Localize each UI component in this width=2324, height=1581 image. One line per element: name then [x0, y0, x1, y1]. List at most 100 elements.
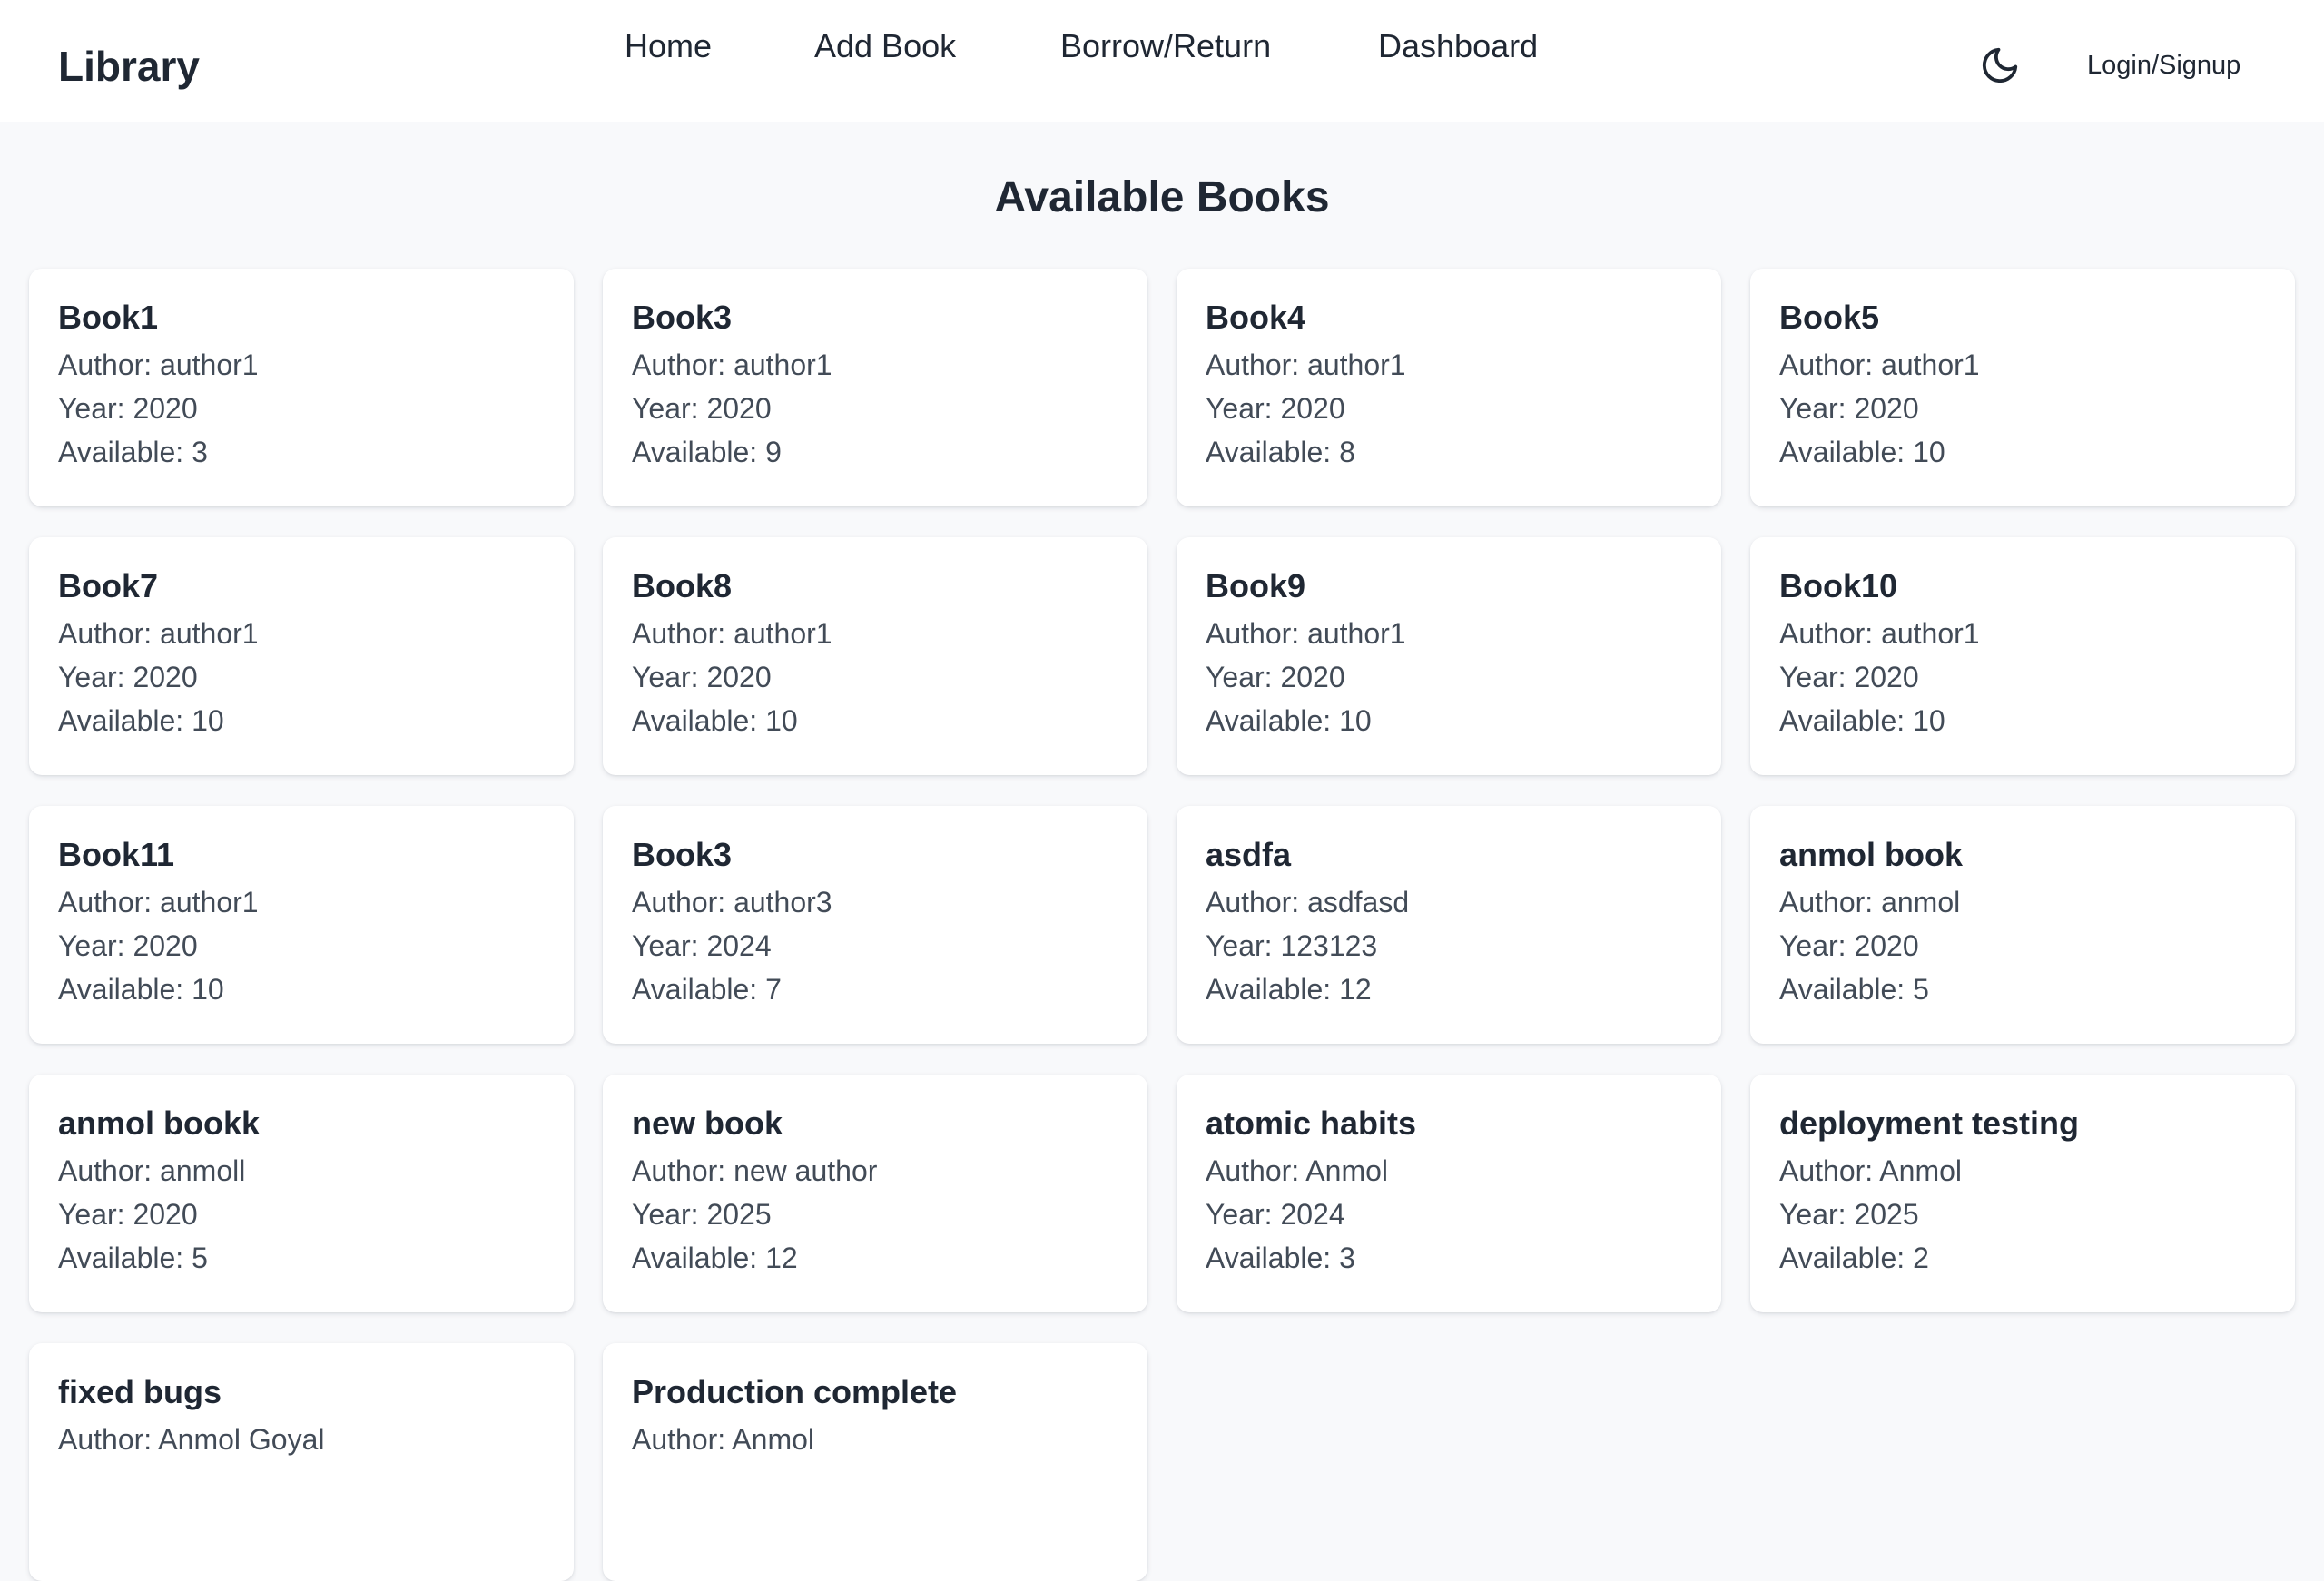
book-card[interactable]: fixed bugs Author: Anmol Goyal	[29, 1343, 574, 1581]
book-author-value: author1	[1307, 349, 1406, 381]
book-author-value: Anmol Goyal	[158, 1423, 325, 1456]
book-year-value: 2025	[706, 1198, 772, 1231]
book-card[interactable]: asdfa Author: asdfasd Year: 123123 Availabl…	[1177, 806, 1721, 1044]
book-title: Book4	[1206, 299, 1306, 336]
book-author-value: author1	[734, 349, 832, 381]
book-card[interactable]: Book11 Author: author1 Year: 2020 Available…	[29, 806, 574, 1044]
book-year: Year: 2020	[1779, 655, 2266, 699]
book-available-label: Available:	[58, 436, 184, 468]
book-card[interactable]: anmol book Author: anmol Year: 2020 Availab…	[1750, 806, 2295, 1044]
book-year: Year: 2025	[632, 1193, 1118, 1236]
book-year: Year: 2020	[58, 1193, 545, 1236]
book-author-label: Author:	[1779, 1154, 1874, 1187]
book-year: Year: 2020	[1206, 387, 1692, 430]
book-title: Book10	[1779, 567, 1898, 604]
book-available: Available: 5	[1779, 967, 2266, 1011]
book-year-label: Year:	[632, 661, 699, 693]
book-card[interactable]: Book10 Author: author1 Year: 2020 Available…	[1750, 537, 2295, 775]
book-available: Available: 10	[1206, 699, 1692, 742]
book-title: Book3	[632, 836, 733, 873]
book-title: new book	[632, 1105, 783, 1142]
book-card[interactable]: Book3 Author: author1 Year: 2020 Available:…	[603, 269, 1147, 506]
book-title: anmol bookk	[58, 1105, 261, 1142]
book-card[interactable]: Book9 Author: author1 Year: 2020 Available:…	[1177, 537, 1721, 775]
book-available-label: Available:	[1779, 973, 1905, 1006]
book-available-value: 5	[1913, 973, 1929, 1006]
nav-link-dashboard[interactable]: Dashboard	[1378, 24, 1538, 69]
book-available: Available: 2	[1779, 1236, 2266, 1280]
book-year: Year: 2020	[1206, 655, 1692, 699]
book-available-label: Available:	[1779, 436, 1905, 468]
book-author: Author: new author	[632, 1149, 1118, 1193]
book-year-label: Year:	[632, 392, 699, 425]
book-year-label: Year:	[1206, 392, 1273, 425]
book-available: Available: 10	[1779, 430, 2266, 474]
book-author-label: Author:	[632, 1423, 726, 1456]
book-author-value: author1	[160, 349, 259, 381]
book-available-value: 10	[192, 973, 224, 1006]
book-available-value: 12	[1339, 973, 1372, 1006]
book-card[interactable]: anmol bookk Author: anmoll Year: 2020 Avail…	[29, 1075, 574, 1312]
book-year-value: 2020	[133, 1198, 198, 1231]
nav-link-home[interactable]: Home	[625, 24, 712, 69]
book-card[interactable]: Book1 Author: author1 Year: 2020 Available:…	[29, 269, 574, 506]
book-year-value: 2020	[133, 392, 198, 425]
book-card[interactable]: atomic habits Author: Anmol Year: 2024 Avai…	[1177, 1075, 1721, 1312]
book-author: Author: author1	[58, 880, 545, 924]
book-year: Year: 2025	[1779, 1193, 2266, 1236]
book-author: Author: anmol	[1779, 880, 2266, 924]
book-card[interactable]: Book5 Author: author1 Year: 2020 Available:…	[1750, 269, 2295, 506]
book-available-value: 10	[192, 704, 224, 737]
book-available: Available: 12	[1206, 967, 1692, 1011]
book-available-value: 10	[1913, 436, 1945, 468]
book-year: Year: 2020	[632, 387, 1118, 430]
book-author: Author: anmoll	[58, 1149, 545, 1193]
moon-icon[interactable]	[1979, 44, 2021, 86]
book-author-value: Anmol	[1305, 1154, 1388, 1187]
book-author: Author: author1	[1206, 343, 1692, 387]
book-author: Author: author1	[1779, 343, 2266, 387]
book-year-label: Year:	[632, 929, 699, 962]
book-author-label: Author:	[58, 886, 153, 918]
book-year-value: 2020	[133, 661, 198, 693]
book-author-value: new author	[734, 1154, 878, 1187]
book-card[interactable]: Book3 Author: author3 Year: 2024 Available:…	[603, 806, 1147, 1044]
book-available-label: Available:	[1779, 1242, 1905, 1274]
book-author-label: Author:	[58, 349, 153, 381]
book-available-label: Available:	[1206, 973, 1332, 1006]
book-title: anmol book	[1779, 836, 1964, 873]
book-available: Available: 9	[632, 430, 1118, 474]
book-available: Available: 5	[58, 1236, 545, 1280]
book-author-value: author1	[160, 617, 259, 650]
book-year-value: 2020	[133, 929, 198, 962]
book-year-value: 2024	[1280, 1198, 1345, 1231]
book-year-label: Year:	[1779, 1198, 1846, 1231]
book-title: deployment testing	[1779, 1105, 2080, 1142]
book-author-value: author1	[160, 886, 259, 918]
book-author-label: Author:	[632, 886, 726, 918]
book-card[interactable]: Production complete Author: Anmol	[603, 1343, 1147, 1581]
book-author-label: Author:	[632, 617, 726, 650]
nav-link-add-book[interactable]: Add Book	[814, 24, 956, 69]
book-author-value: author3	[734, 886, 832, 918]
book-author-label: Author:	[58, 617, 153, 650]
book-year-label: Year:	[1206, 929, 1273, 962]
book-available: Available: 10	[632, 699, 1118, 742]
book-card[interactable]: Book7 Author: author1 Year: 2020 Available:…	[29, 537, 574, 775]
book-author-value: Anmol	[1879, 1154, 1962, 1187]
book-year-value: 2020	[706, 661, 772, 693]
nav-link-borrow-return[interactable]: Borrow/Return	[1060, 24, 1271, 69]
book-card[interactable]: new book Author: new author Year: 2025 Avai…	[603, 1075, 1147, 1312]
book-available-value: 3	[1339, 1242, 1355, 1274]
book-card[interactable]: Book8 Author: author1 Year: 2020 Available:…	[603, 537, 1147, 775]
login-signup-link[interactable]: Login/Signup	[2087, 47, 2240, 83]
book-available-value: 9	[765, 436, 782, 468]
book-year-label: Year:	[1206, 1198, 1273, 1231]
book-year-label: Year:	[58, 1198, 125, 1231]
book-available-value: 3	[192, 436, 208, 468]
book-year: Year: 2020	[58, 924, 545, 967]
book-card[interactable]: Book4 Author: author1 Year: 2020 Available:…	[1177, 269, 1721, 506]
book-card[interactable]: deployment testing Author: Anmol Year: 202…	[1750, 1075, 2295, 1312]
book-year-label: Year:	[1206, 661, 1273, 693]
book-author-label: Author:	[58, 1423, 153, 1456]
